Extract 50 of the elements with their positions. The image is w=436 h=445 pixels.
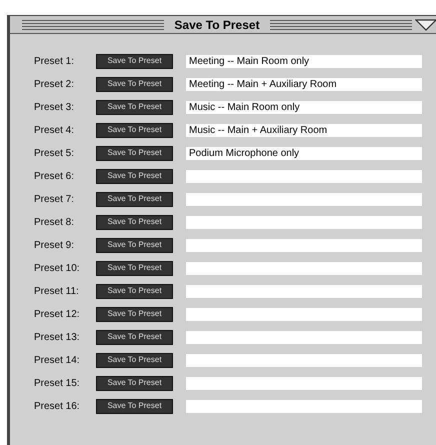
preset-label: Preset 8:	[34, 216, 76, 230]
preset-name-field[interactable]: Podium Microphone only	[186, 146, 422, 160]
preset-label: Preset 6:	[34, 170, 76, 184]
preset-label: Preset 12:	[34, 308, 81, 322]
save-to-preset-button[interactable]: Save To Preset	[96, 238, 173, 252]
save-to-preset-button[interactable]: Save To Preset	[96, 214, 173, 230]
preset-label: Preset 15:	[34, 376, 81, 390]
preset-name-field[interactable]: Meeting -- Main Room only	[186, 54, 422, 68]
preset-label: Preset 7:	[34, 192, 76, 206]
preset-name-field[interactable]	[186, 170, 422, 182]
save-to-preset-button[interactable]: Save To Preset	[96, 122, 173, 138]
preset-name-field[interactable]	[186, 308, 422, 320]
preset-label: Preset 13:	[34, 330, 81, 344]
preset-name-field[interactable]	[186, 216, 422, 228]
preset-name-field[interactable]: Music -- Main Room only	[186, 100, 422, 114]
window-title: Save To Preset	[173, 16, 261, 34]
save-to-preset-button[interactable]: Save To Preset	[96, 54, 173, 68]
preset-label: Preset 14:	[34, 354, 81, 368]
preset-name-field[interactable]	[186, 262, 422, 274]
preset-label: Preset 3:	[34, 100, 76, 114]
save-to-preset-button[interactable]: Save To Preset	[96, 330, 173, 344]
save-to-preset-button[interactable]: Save To Preset	[96, 284, 173, 298]
preset-name-field[interactable]	[186, 192, 422, 206]
save-to-preset-button[interactable]: Save To Preset	[96, 376, 173, 390]
preset-name-field[interactable]	[186, 284, 422, 298]
preset-name-field[interactable]: Meeting -- Main + Auxiliary Room	[186, 78, 422, 90]
save-to-preset-button[interactable]: Save To Preset	[96, 146, 173, 160]
save-to-preset-button[interactable]: Save To Preset	[96, 100, 173, 114]
preset-name-field[interactable]	[186, 330, 422, 344]
save-to-preset-button[interactable]: Save To Preset	[96, 260, 173, 276]
preset-label: Preset 4:	[34, 124, 76, 138]
preset-name-field[interactable]	[186, 400, 422, 412]
preset-label: Preset 2:	[34, 78, 76, 92]
save-to-preset-button[interactable]: Save To Preset	[96, 398, 173, 414]
preset-label: Preset 16:	[34, 400, 81, 414]
preset-label: Preset 10:	[34, 262, 81, 276]
preset-name-field[interactable]	[186, 376, 422, 390]
save-to-preset-button[interactable]: Save To Preset	[96, 76, 173, 92]
preset-label: Preset 1:	[34, 54, 76, 68]
save-to-preset-button[interactable]: Save To Preset	[96, 168, 173, 184]
preset-name-field[interactable]: Music -- Main + Auxiliary Room	[186, 124, 422, 136]
preset-label: Preset 11:	[34, 284, 80, 298]
dropdown-icon[interactable]	[415, 18, 436, 30]
preset-name-field[interactable]	[186, 354, 422, 366]
preset-label: Preset 5:	[34, 146, 76, 160]
save-to-preset-button[interactable]: Save To Preset	[96, 352, 173, 368]
save-to-preset-button[interactable]: Save To Preset	[96, 306, 173, 322]
preset-label: Preset 9:	[34, 238, 76, 252]
preset-name-field[interactable]	[186, 238, 422, 252]
save-to-preset-button[interactable]: Save To Preset	[96, 192, 173, 206]
